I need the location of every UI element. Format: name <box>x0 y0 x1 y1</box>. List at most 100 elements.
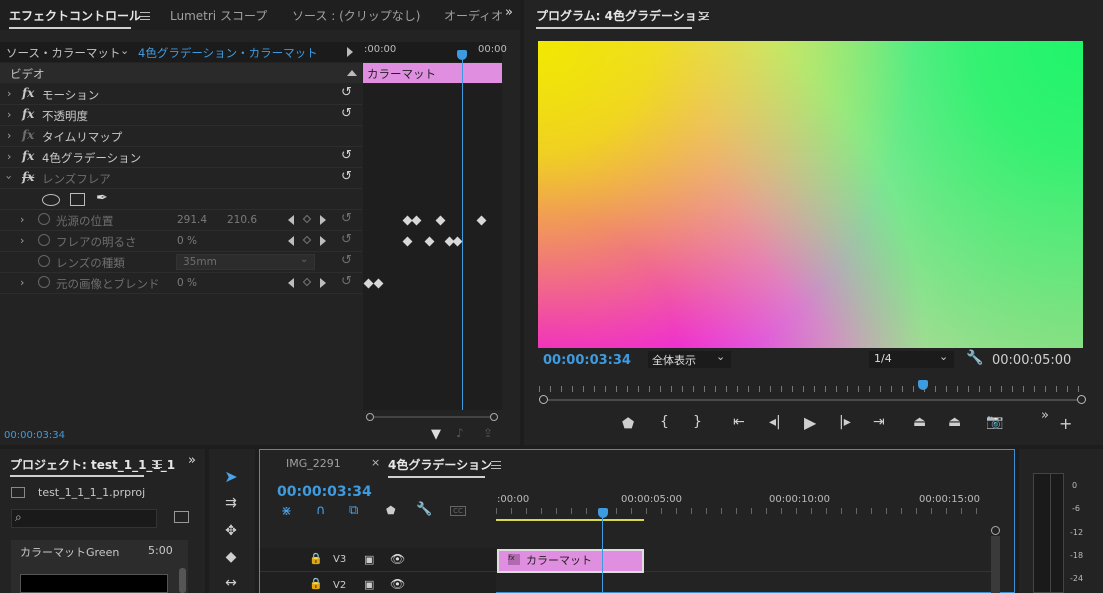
eye-icon[interactable]: 👁 <box>390 552 405 566</box>
sync-lock-icon[interactable]: ▣ <box>364 578 374 591</box>
program-title[interactable]: プログラム: 4色グラデーション <box>536 7 709 24</box>
ec-zoom-scrollbar[interactable] <box>366 413 498 421</box>
play-icon[interactable]: ▶ <box>804 413 816 432</box>
ec-timecode[interactable]: 00:00:03:34 <box>4 430 65 441</box>
add-keyframe-icon[interactable] <box>302 277 312 287</box>
step-back-icon[interactable]: ◂| <box>769 414 781 430</box>
panel-menu-icon[interactable] <box>140 12 150 20</box>
panel-menu-icon[interactable] <box>491 461 501 469</box>
chevron-down-icon[interactable]: ⌄ <box>120 44 129 57</box>
stopwatch-icon[interactable] <box>38 213 50 225</box>
zoom-handle-right[interactable] <box>1077 395 1086 404</box>
linked-selection-icon[interactable]: ⧉ <box>349 503 358 518</box>
zoom-track[interactable] <box>548 399 1077 401</box>
param-row-lens-type[interactable]: レンズの種類 35mm ⌄ ↺ <box>0 252 362 273</box>
ripple-edit-tool-icon[interactable]: ✥ <box>220 523 242 543</box>
param-value-x[interactable]: 291.4 <box>177 214 207 226</box>
eye-icon[interactable]: 👁 <box>390 577 405 591</box>
timeline-vscroll-handle[interactable] <box>991 526 1000 535</box>
slip-tool-icon[interactable]: ↔ <box>220 575 242 593</box>
resolution-select[interactable]: 1/4 ⌄ <box>869 350 954 368</box>
close-tab-icon[interactable]: × <box>371 456 380 469</box>
effect-row-opacity[interactable]: › fx 不透明度 ↺ <box>0 105 362 126</box>
next-keyframe-icon[interactable] <box>320 215 326 225</box>
overflow-buttons-icon[interactable]: » <box>1041 408 1049 423</box>
timeline-clip[interactable]: fx カラーマット <box>497 549 644 573</box>
filter-icon[interactable]: ▼ <box>431 427 441 442</box>
new-bin-icon[interactable] <box>174 511 189 523</box>
camera-icon[interactable]: 📷 <box>986 414 1003 430</box>
reset-icon[interactable]: ↺ <box>341 253 352 268</box>
ec-ruler[interactable]: :00:00 00:00 <box>362 42 507 62</box>
extract-icon[interactable]: ⏏ <box>948 414 961 430</box>
project-item[interactable]: カラーマットGreen 5:00 <box>11 540 188 593</box>
panel-menu-icon[interactable] <box>699 12 709 20</box>
project-scrollbar[interactable] <box>179 568 186 593</box>
chevron-right-icon[interactable]: › <box>20 213 24 226</box>
reset-icon[interactable]: ↺ <box>341 232 352 247</box>
wrench-icon[interactable]: 🔧 <box>416 502 432 517</box>
program-ruler[interactable] <box>539 378 1086 394</box>
tab-img-2291[interactable]: IMG_2291 <box>286 457 341 470</box>
lock-icon[interactable]: 🔒 <box>309 552 323 565</box>
add-keyframe-icon[interactable] <box>302 214 312 224</box>
scroll-track[interactable] <box>374 416 490 418</box>
reset-icon[interactable]: ↺ <box>341 274 352 289</box>
add-keyframe-icon[interactable] <box>302 235 312 245</box>
chevron-right-icon[interactable]: › <box>7 108 11 121</box>
tab-4color-gradient-sequence[interactable]: 4色グラデーション <box>388 456 492 473</box>
timeline-playhead-handle[interactable] <box>598 508 608 518</box>
razor-tool-icon[interactable]: ◆ <box>220 549 242 569</box>
project-title[interactable]: プロジェクト: test_1_1_1_1 <box>10 456 175 473</box>
rectangle-mask-icon[interactable] <box>70 193 85 206</box>
ec-clip-bar[interactable]: カラーマット <box>363 63 502 83</box>
program-playhead[interactable] <box>918 380 928 390</box>
reset-icon[interactable]: ↺ <box>341 85 352 100</box>
scroll-handle-left[interactable] <box>366 413 374 421</box>
timeline-timecode[interactable]: 00:00:03:34 <box>277 484 372 500</box>
stopwatch-icon[interactable] <box>38 234 50 246</box>
sync-lock-icon[interactable]: ▣ <box>364 553 374 566</box>
effect-row-4color-gradient[interactable]: › fx 4色グラデーション ↺ <box>0 147 362 168</box>
tab-effect-controls[interactable]: エフェクトコントロール <box>9 7 141 24</box>
program-timecode[interactable]: 00:00:03:34 <box>543 353 631 368</box>
go-to-in-icon[interactable]: ⇤ <box>733 414 745 430</box>
track-name[interactable]: V2 <box>333 580 346 591</box>
next-keyframe-icon[interactable] <box>320 236 326 246</box>
video-frame[interactable] <box>538 41 1083 348</box>
go-to-out-icon[interactable]: ⇥ <box>873 414 885 430</box>
panel-menu-icon[interactable] <box>152 460 162 468</box>
play-clip-icon[interactable] <box>347 47 353 57</box>
param-row-flare-brightness[interactable]: › フレアの明るさ 0 % ↺ <box>0 231 362 252</box>
next-keyframe-icon[interactable] <box>320 278 326 288</box>
prev-keyframe-icon[interactable] <box>288 278 294 288</box>
in-point-icon[interactable]: { <box>660 414 669 430</box>
overflow-tabs-icon[interactable]: » <box>505 5 513 20</box>
add-marker-icon[interactable]: ⬟ <box>386 504 396 517</box>
marker-icon[interactable]: ⬟ <box>622 416 634 432</box>
keyframe-area[interactable] <box>363 84 502 410</box>
lens-type-select[interactable]: 35mm ⌄ <box>176 254 315 270</box>
overflow-tabs-icon[interactable]: » <box>188 453 196 468</box>
track-name[interactable]: V3 <box>333 554 346 565</box>
wrench-icon[interactable]: 🔧 <box>966 350 983 366</box>
reset-icon[interactable]: ↺ <box>341 148 352 163</box>
selection-tool-icon[interactable]: ➤ <box>220 467 242 487</box>
lock-icon[interactable]: 🔒 <box>309 577 323 590</box>
track-select-tool-icon[interactable]: ⇉ <box>220 495 242 515</box>
project-search-input[interactable]: ⌕ <box>11 509 157 528</box>
collapse-icon[interactable] <box>347 70 357 76</box>
effect-row-time-remap[interactable]: › fx タイムリマップ <box>0 126 362 147</box>
chevron-down-icon[interactable]: › <box>3 175 16 179</box>
stopwatch-icon[interactable] <box>38 276 50 288</box>
zoom-select[interactable]: 全体表示 ⌄ <box>648 350 731 368</box>
chevron-right-icon[interactable]: › <box>7 129 11 142</box>
fx-icon[interactable]: fx <box>22 149 34 163</box>
lift-icon[interactable]: ⏏ <box>913 414 926 430</box>
prev-keyframe-icon[interactable] <box>288 236 294 246</box>
fx-icon[interactable]: fx <box>22 86 34 100</box>
tab-source[interactable]: ソース : (クリップなし) <box>292 7 420 24</box>
chevron-right-icon[interactable]: › <box>20 276 24 289</box>
scroll-handle-right[interactable] <box>490 413 498 421</box>
timeline-ruler[interactable]: :00:00 00:00:05:00 00:00:10:00 00:00:15:… <box>496 490 991 521</box>
